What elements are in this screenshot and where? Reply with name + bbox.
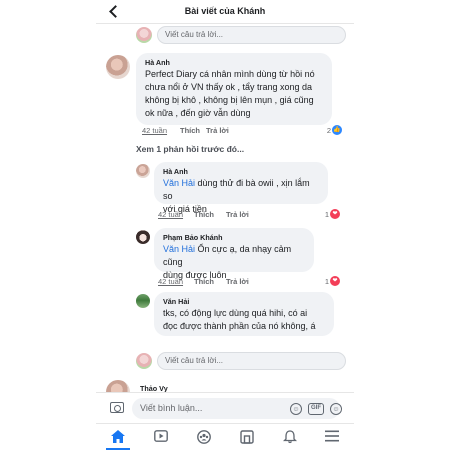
reaction-count[interactable]: 2 👍 — [316, 125, 342, 136]
reply-row: Viết câu trả lời... — [136, 26, 346, 44]
comment-bubble: Văn Hải tks, có động lực dùng quá hihi, … — [154, 292, 334, 336]
comment-author[interactable]: Hà Anh — [163, 167, 319, 177]
avatar[interactable] — [136, 164, 150, 178]
reply-input[interactable]: Viết câu trả lời... — [157, 352, 346, 370]
menu-icon — [325, 430, 339, 442]
heart-reaction-icon: ❤ — [330, 276, 340, 286]
nav-menu[interactable] — [312, 424, 352, 450]
comment-actions: 42 tuần Thích Trả lời — [158, 277, 278, 287]
reaction-count[interactable] — [416, 210, 442, 220]
comment-composer: Viết bình luận... ☺ GIF ☺ — [96, 392, 354, 422]
comment-author[interactable]: Văn Hải — [163, 297, 325, 307]
emoji-icon[interactable]: ☺ — [290, 403, 302, 415]
camera-icon[interactable] — [110, 402, 124, 413]
nav-home[interactable] — [98, 424, 138, 450]
comment-actions: 42 tuần Thích Trả lời — [142, 126, 262, 136]
sticker-icon[interactable]: ☺ — [330, 403, 342, 415]
avatar[interactable] — [136, 230, 150, 244]
comment-author[interactable]: Hà Anh — [145, 58, 323, 68]
post-comments-screen: Bài viết của Khánh Viết câu trả lời... H… — [96, 0, 354, 450]
like-reaction-icon: 👍 — [332, 125, 342, 135]
comment-actions: 42 tuần Thích Trả lời — [158, 210, 278, 220]
timestamp[interactable]: 42 tuần — [142, 126, 167, 135]
reaction-count[interactable]: 1 ❤ — [314, 209, 340, 220]
nav-marketplace[interactable] — [227, 424, 267, 450]
mention-link[interactable]: Văn Hải — [163, 178, 195, 188]
mention-link[interactable]: Văn Hải — [163, 244, 195, 254]
comment-bubble: Hà Anh Perfect Diary cá nhân mình dùng t… — [136, 53, 332, 125]
avatar — [136, 353, 152, 369]
gif-icon[interactable]: GIF — [308, 403, 324, 415]
reply-button[interactable]: Trả lời — [226, 210, 249, 219]
groups-icon — [197, 430, 211, 444]
heart-reaction-icon: ❤ — [330, 209, 340, 219]
like-button[interactable]: Thích — [180, 126, 200, 135]
reply-row: Viết câu trả lời... — [136, 352, 346, 370]
watch-icon — [154, 430, 168, 442]
top-bar: Bài viết của Khánh — [96, 0, 354, 24]
reaction-count[interactable]: 1 ❤ — [314, 276, 340, 287]
like-button[interactable]: Thích — [194, 277, 214, 286]
avatar[interactable] — [106, 55, 130, 79]
reply-input[interactable]: Viết câu trả lời... — [157, 26, 346, 44]
comment-text: Perfect Diary cá nhân mình dùng từ hồi n… — [145, 69, 315, 118]
timestamp[interactable]: 42 tuần — [158, 210, 183, 219]
comment-author[interactable]: Phạm Bảo Khánh — [163, 233, 305, 243]
reply-button[interactable]: Trả lời — [226, 277, 249, 286]
nav-groups[interactable] — [184, 424, 224, 450]
bottom-navigation — [96, 423, 354, 450]
bell-icon — [283, 430, 297, 444]
page-title: Bài viết của Khánh — [184, 6, 266, 16]
nav-notifications[interactable] — [270, 424, 310, 450]
comment-bubble: Phạm Bảo Khánh Văn Hải Ổn cực ạ, da nhạy… — [154, 228, 314, 280]
timestamp[interactable]: 42 tuần — [158, 277, 183, 286]
home-icon — [111, 430, 125, 443]
nav-watch[interactable] — [141, 424, 181, 450]
view-previous-replies-link[interactable]: Xem 1 phản hồi trước đó... — [136, 144, 244, 154]
avatar — [136, 27, 152, 43]
marketplace-icon — [240, 430, 254, 444]
comment-bubble: Hà Anh Văn Hải dùng thử đi bà owii , xịn… — [154, 162, 328, 214]
reply-button[interactable]: Trả lời — [206, 126, 229, 135]
comment-input[interactable]: Viết bình luận... ☺ GIF ☺ — [132, 398, 342, 419]
like-button[interactable]: Thích — [194, 210, 214, 219]
comment-text: tks, có động lực dùng quá hihi, có ai đọ… — [163, 308, 316, 331]
avatar[interactable] — [136, 294, 150, 308]
